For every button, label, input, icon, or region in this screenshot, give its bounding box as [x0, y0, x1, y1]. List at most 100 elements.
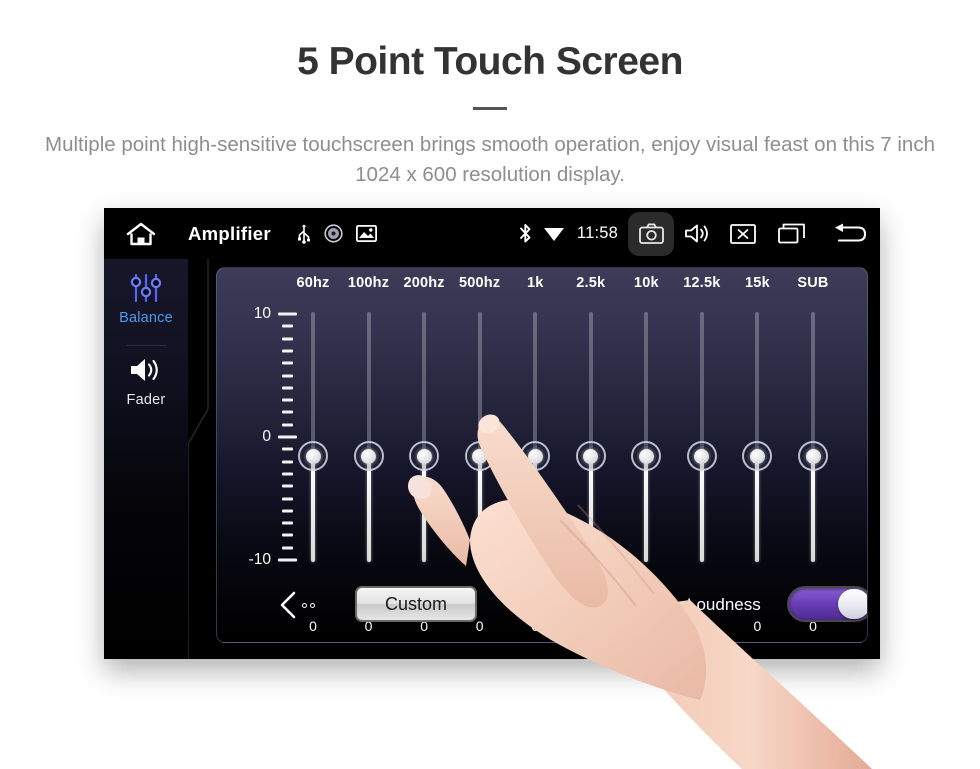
slider-track-upper [811, 312, 815, 454]
preset-button[interactable]: Custom [355, 586, 477, 622]
slider-track-lower [477, 460, 482, 562]
slider-track-lower [588, 460, 593, 562]
preset-next-button[interactable] [607, 588, 643, 622]
car-head-unit-screen: Amplifier 11:58 Balance Fader 60hz 100hz… [104, 208, 880, 659]
slider-track-upper [699, 312, 704, 454]
preset-prev-button[interactable] [279, 588, 315, 622]
slider-track-lower [533, 460, 538, 562]
screenshot-button[interactable] [628, 211, 674, 256]
scale-tick-minor [282, 386, 293, 390]
scale-tick-minor [282, 361, 293, 365]
slider-track-upper [588, 312, 593, 454]
back-arrow-icon [835, 223, 867, 242]
frequency-label: 1k [526, 275, 544, 291]
toggle-knob [838, 589, 867, 619]
left-sidebar: Balance Fader [104, 259, 209, 659]
volume-icon [685, 224, 708, 243]
eq-slider[interactable]: 0 [515, 312, 555, 634]
eq-slider[interactable]: 0 [793, 312, 833, 634]
frequency-label: 500hz [459, 275, 501, 291]
gain-scale-label: 0 [262, 428, 271, 445]
slider-value: 0 [531, 618, 540, 634]
clock: 11:58 [576, 224, 618, 242]
slider-track-lower [366, 460, 371, 562]
eq-slider[interactable]: 0 [404, 312, 444, 634]
gain-scale-label: -10 [248, 551, 271, 568]
slider-track-upper [366, 312, 371, 454]
slider-track-upper [422, 312, 427, 454]
app-title: Amplifier [188, 222, 271, 244]
sidebar-divider [126, 345, 166, 346]
loudness-toggle[interactable] [787, 586, 867, 622]
slider-value: 0 [586, 618, 595, 634]
dot [310, 602, 315, 608]
bluetooth-status [513, 223, 539, 244]
slider-thumb[interactable] [520, 441, 551, 471]
status-bar: Amplifier 11:58 [104, 208, 880, 259]
eq-slider[interactable]: 0 [349, 312, 389, 634]
slider-thumb[interactable] [742, 441, 773, 471]
page-title: 5 Point Touch Screen [297, 40, 683, 83]
eq-slider[interactable]: 0 [737, 312, 777, 634]
scale-tick-minor [282, 374, 293, 377]
wifi-status [539, 225, 569, 242]
scale-tick-minor [282, 472, 293, 476]
recents-button[interactable] [766, 212, 818, 256]
slider-thumb[interactable] [409, 441, 440, 471]
eq-slider[interactable]: 0 [571, 312, 611, 634]
scale-tick-minor [282, 337, 293, 341]
volume-button[interactable] [674, 212, 720, 256]
slider-track-upper [755, 312, 760, 454]
prev-dots [302, 602, 315, 608]
promo-page: 5 Point Touch Screen Multiple point high… [0, 0, 980, 769]
slider-track-upper [311, 312, 315, 454]
slider-thumb[interactable] [353, 441, 384, 471]
scale-tick-minor [282, 398, 293, 402]
sidebar-item-balance[interactable]: Balance [104, 269, 188, 326]
amplifier-screen: Balance Fader 60hz 100hz 200hz 500hz 1k … [104, 259, 880, 659]
eq-slider[interactable]: 0 [682, 312, 722, 634]
slider-thumb[interactable] [298, 441, 328, 471]
recent-apps-icon [778, 223, 805, 244]
slider-track-upper [477, 312, 482, 454]
slider-value: 0 [753, 618, 762, 634]
promo-header: 5 Point Touch Screen Multiple point high… [0, 0, 980, 191]
chevron-right-icon [626, 591, 642, 619]
next-dots [607, 602, 620, 608]
sidebar-item-fader[interactable]: Fader [104, 351, 188, 408]
slider-track-lower [644, 460, 649, 562]
eq-slider[interactable]: 0 [626, 312, 666, 634]
scale-tick-minor [282, 521, 293, 525]
eq-slider[interactable]: 0 [293, 312, 333, 634]
back-button[interactable] [818, 212, 880, 256]
bluetooth-icon [520, 224, 531, 243]
scale-tick-minor [282, 497, 293, 500]
home-icon [126, 222, 156, 245]
eq-slider[interactable]: 0 [460, 312, 500, 634]
dot [302, 602, 307, 608]
equalizer-sliders-icon [104, 269, 188, 307]
scale-tick-minor [282, 484, 293, 488]
speaker-icon [104, 351, 188, 389]
scale-tick-minor [282, 324, 293, 328]
home-button[interactable] [126, 221, 156, 247]
scale-tick-minor [282, 460, 293, 464]
usb-icon [297, 224, 310, 244]
frequency-label: 12.5k [683, 275, 721, 291]
status-mid-icons [297, 224, 377, 244]
loudness-label: Loudness [687, 595, 761, 614]
slider-thumb[interactable] [686, 441, 717, 471]
slider-thumb[interactable] [464, 441, 495, 471]
close-button[interactable] [720, 212, 766, 256]
slider-value: 0 [697, 618, 706, 634]
frequency-label: 200hz [403, 275, 445, 291]
slider-thumb[interactable] [798, 441, 828, 471]
scale-tick-minor [282, 423, 293, 427]
slider-thumb[interactable] [575, 441, 606, 471]
frequency-label: SUB [797, 275, 829, 291]
slider-thumb[interactable] [631, 441, 662, 471]
gain-scale-labels: 10 0 -10 [217, 268, 277, 642]
chevron-left-icon [280, 591, 296, 619]
dot [607, 602, 612, 608]
sidebar-item-label: Balance [119, 310, 173, 326]
